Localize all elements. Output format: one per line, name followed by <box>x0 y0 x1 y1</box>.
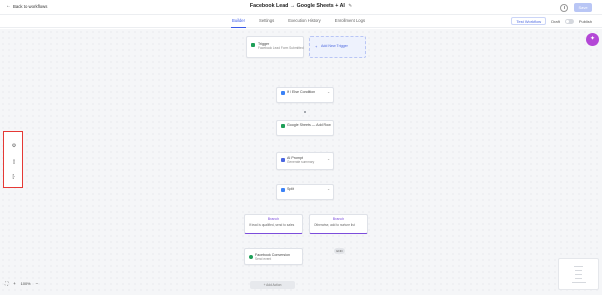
tab-builder[interactable]: Builder <box>231 15 247 28</box>
tab-execution-history[interactable]: Execution History <box>287 15 322 28</box>
minimap-node <box>575 270 582 271</box>
trigger-sub: Facebook Lead Form Submitted <box>258 46 304 50</box>
facebook-icon <box>249 255 253 259</box>
zoom-percent: 100% <box>20 281 31 286</box>
fb-sub: Send event <box>255 257 272 261</box>
facebook-conversion-node[interactable]: Facebook Conversion Send event <box>244 248 303 265</box>
split-label: Split <box>287 187 294 191</box>
tab-settings[interactable]: Settings <box>258 15 275 28</box>
publish-toggle[interactable] <box>564 18 574 24</box>
add-action-pill[interactable]: + Add Action <box>250 281 295 289</box>
branch-left[interactable]: Branch If lead is qualified, send to sal… <box>244 214 303 234</box>
sheets-label: Google Sheets — Add Row <box>287 123 331 127</box>
ai-sub: Generate summary <box>287 160 315 164</box>
tab-bar: Builder Settings Execution History Enrol… <box>0 15 602 28</box>
publish-label: Publish <box>578 18 592 24</box>
zoom-controls: ⛶ + 100% − <box>5 281 38 286</box>
condition-node[interactable]: If / Else Condition ⌄ <box>276 87 334 103</box>
magic-wand-icon[interactable]: ✦ <box>586 33 599 46</box>
chevron-down-icon[interactable]: ⌄ <box>327 157 330 161</box>
add-trigger-label: Add New Trigger <box>321 44 348 48</box>
condition-label: If / Else Condition <box>287 90 316 94</box>
minimap[interactable] <box>558 258 599 290</box>
document-icon[interactable]: ▯ <box>11 159 17 165</box>
connector-dot <box>304 111 306 113</box>
chevron-down-icon[interactable]: ⌄ <box>327 187 330 191</box>
sheets-icon <box>281 124 285 128</box>
draft-label: Draft <box>551 18 560 24</box>
condition-icon <box>281 91 285 95</box>
save-button[interactable]: Save <box>574 3 592 12</box>
branch-right-title: Branch <box>332 217 345 221</box>
settings-icon[interactable]: ⚙ <box>11 143 17 149</box>
ai-icon <box>281 158 285 162</box>
zoom-in-icon[interactable]: + <box>13 281 16 286</box>
google-sheets-node[interactable]: Google Sheets — Add Row <box>276 120 334 136</box>
minimap-node <box>572 282 586 283</box>
tab-enrollment-logs[interactable]: Enrollment Logs <box>334 15 366 28</box>
ai-node[interactable]: AI Prompt Generate summary ⌄ <box>276 152 334 170</box>
workflow-title[interactable]: Facebook Lead → Google Sheets + AI ✎ <box>0 3 602 9</box>
sheets-icon <box>251 43 255 47</box>
split-node[interactable]: Split ⌄ <box>276 184 334 200</box>
split-icon <box>281 188 285 192</box>
minimap-node <box>574 266 583 267</box>
chevron-down-icon[interactable]: ⌄ <box>327 90 330 94</box>
bracket-icon[interactable]: [· <box>11 174 17 180</box>
top-bar: ← Back to workflows Facebook Lead → Goog… <box>0 0 602 15</box>
end-pill: END <box>334 248 345 254</box>
fit-view-icon[interactable]: ⛶ <box>5 281 8 286</box>
workflow-title-text: Facebook Lead → Google Sheets + AI <box>249 3 345 9</box>
test-workflow-button[interactable]: Test Workflow <box>511 17 547 25</box>
branch-left-title: Branch <box>267 217 280 221</box>
history-icon[interactable] <box>560 3 568 12</box>
plus-icon: + <box>315 44 318 49</box>
trigger-node[interactable]: Trigger Facebook Lead Form Submitted <box>246 36 304 58</box>
edit-pencil-icon[interactable]: ✎ <box>348 3 352 8</box>
zoom-out-icon[interactable]: − <box>36 281 39 286</box>
branch-left-sub: If lead is qualified, send to sales <box>249 223 295 227</box>
add-new-trigger-button[interactable]: + Add New Trigger <box>309 36 366 58</box>
minimap-node <box>575 278 582 279</box>
left-tool-panel: ⚙ ▯ [· <box>3 131 23 188</box>
minimap-node <box>575 274 582 275</box>
branch-right-sub: Otherwise, add to nurture list <box>314 223 355 227</box>
branch-right[interactable]: Branch Otherwise, add to nurture list <box>309 214 368 234</box>
